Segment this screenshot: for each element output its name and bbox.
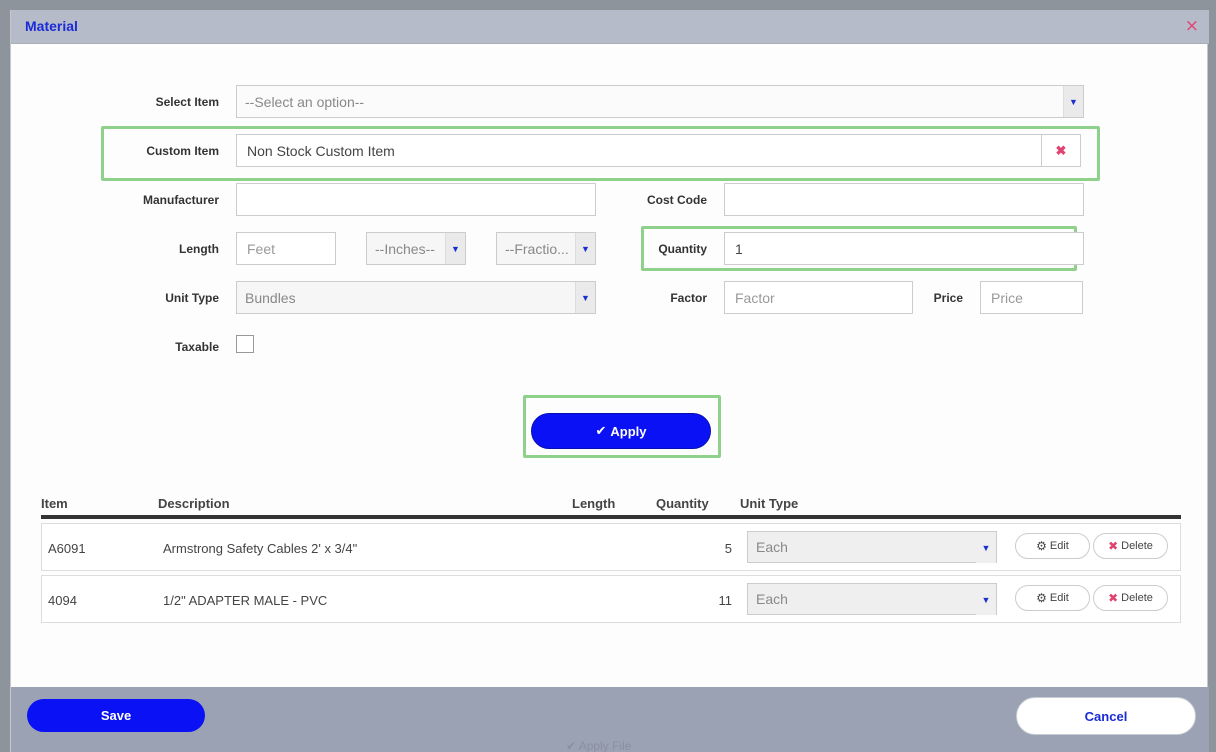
delete-label: Delete [1121,540,1153,552]
length-inches-select[interactable]: --Inches-- ▼ [366,232,466,265]
save-button[interactable]: Save [27,699,205,732]
taxable-label: Taxable [175,340,219,354]
chevron-down-icon: ▼ [976,532,996,563]
length-fraction-select[interactable]: --Fractio... ▼ [496,232,596,265]
table-row: A6091 Armstrong Safety Cables 2' x 3/4" … [41,523,1181,571]
x-icon: ✖ [1108,591,1119,605]
background-apply-file-text: ✔ Apply File [566,739,632,752]
quantity-label: Quantity [658,242,707,256]
custom-item-input[interactable]: Non Stock Custom Item [236,134,1042,167]
price-label: Price [933,291,963,305]
checkmark-icon: ✔ [595,423,607,439]
row-item: 4094 [48,593,77,608]
chevron-down-icon: ▼ [976,584,996,615]
factor-label: Factor [670,291,707,305]
custom-item-label: Custom Item [146,144,219,158]
edit-label: Edit [1049,540,1069,552]
row-quantity: 11 [718,593,733,608]
length-feet-input[interactable]: Feet [236,232,336,265]
manufacturer-label: Manufacturer [142,193,219,207]
col-header-unit-type: Unit Type [740,496,799,511]
row-unit-type-select[interactable]: Each ▼ [747,531,997,563]
table-header-divider [41,515,1181,519]
edit-button[interactable]: ⚙ Edit [1015,585,1090,611]
modal-title: Material [25,18,78,34]
unit-type-label: Unit Type [165,291,219,305]
chevron-down-icon: ▼ [445,233,465,264]
row-description: 1/2" ADAPTER MALE - PVC [163,593,328,608]
unit-type-select[interactable]: Bundles ▼ [236,281,596,314]
select-item-dropdown[interactable]: --Select an option-- ▼ [236,85,1084,118]
manufacturer-input[interactable] [236,183,596,216]
delete-button[interactable]: ✖ Delete [1093,533,1168,559]
col-header-length: Length [572,496,616,511]
row-quantity: 5 [724,541,732,556]
row-unit-type-value: Each [756,591,788,607]
cancel-button[interactable]: Cancel [1016,697,1196,735]
clear-custom-item-button[interactable]: ✖ [1041,134,1081,167]
col-header-description: Description [158,496,230,511]
chevron-down-icon: ▼ [1063,86,1083,117]
gear-icon: ⚙ [1036,539,1047,553]
quantity-input[interactable]: 1 [724,232,1084,265]
select-item-label: Select Item [155,95,219,109]
delete-label: Delete [1121,592,1153,604]
table-row: 4094 1/2" ADAPTER MALE - PVC 11 Each ▼ ⚙… [41,575,1181,623]
gear-icon: ⚙ [1036,591,1047,605]
apply-button[interactable]: ✔ Apply [531,413,711,449]
chevron-down-icon: ▼ [575,282,595,313]
chevron-down-icon: ▼ [575,233,595,264]
length-label: Length [179,242,219,256]
price-input[interactable]: Price [980,281,1083,314]
length-fraction-value: --Fractio... [505,240,569,257]
modal-header: Material × [11,10,1209,44]
unit-type-value: Bundles [245,289,296,306]
x-icon: ✖ [1108,539,1119,553]
select-item-value: --Select an option-- [245,93,365,110]
col-header-quantity: Quantity [656,496,709,511]
row-item: A6091 [48,541,86,556]
length-inches-value: --Inches-- [375,240,435,257]
close-icon[interactable]: × [1185,16,1199,36]
delete-button[interactable]: ✖ Delete [1093,585,1168,611]
material-modal: Material × Select Item --Select an optio… [10,10,1209,752]
row-unit-type-select[interactable]: Each ▼ [747,583,997,615]
cost-code-label: Cost Code [647,193,707,207]
taxable-checkbox[interactable] [236,335,254,353]
modal-footer: Save ✔ Apply File Cancel [11,687,1209,752]
apply-label: Apply [610,423,647,439]
row-unit-type-value: Each [756,539,788,555]
row-description: Armstrong Safety Cables 2' x 3/4" [163,541,358,556]
col-header-item: Item [41,496,68,511]
factor-input[interactable]: Factor [724,281,913,314]
edit-label: Edit [1049,592,1069,604]
edit-button[interactable]: ⚙ Edit [1015,533,1090,559]
cost-code-input[interactable] [724,183,1084,216]
